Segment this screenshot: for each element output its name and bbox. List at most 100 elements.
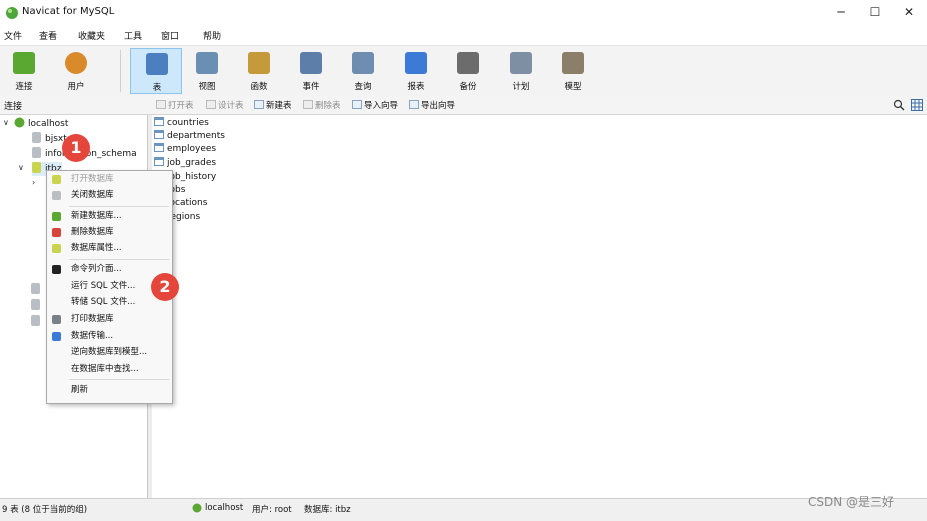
menu-label: 运行 SQL 文件...: [71, 281, 136, 291]
function-icon: [248, 52, 270, 74]
object-list: countries departments employees job_grad…: [152, 115, 927, 498]
tree-label: localhost: [28, 119, 69, 129]
minimize-button[interactable]: ─: [824, 0, 858, 25]
menu-separator: [69, 379, 169, 380]
title-bar: Navicat for MySQL ─ ☐ ✕: [0, 0, 927, 25]
menu-label: 逆向数据库到模型...: [71, 347, 148, 357]
menu-command-line[interactable]: 命令列介面...: [47, 262, 172, 277]
toolbar-table-button[interactable]: 表: [130, 48, 182, 94]
table-item[interactable]: employees: [154, 143, 216, 156]
table-name: departments: [167, 131, 225, 141]
collapse-arrow-icon[interactable]: ∨: [18, 163, 24, 172]
design-table-icon: [206, 100, 216, 109]
menu-view[interactable]: 查看: [39, 29, 57, 42]
status-host: localhost: [205, 503, 244, 513]
open-database-icon: [52, 175, 61, 184]
open-table-button[interactable]: 打开表: [156, 99, 194, 111]
toolbar-view-button[interactable]: 视图: [184, 48, 230, 94]
status-database: 数据库: itbz: [304, 505, 351, 515]
tree-connection-localhost[interactable]: localhost: [14, 117, 68, 131]
toolbar-label: 报表: [407, 82, 425, 92]
menu-window[interactable]: 窗口: [161, 29, 179, 42]
object-toolbar: 连接 打开表 设计表 新建表 删除表 导入向导 导出向导: [0, 96, 927, 115]
toolbar-user-button[interactable]: 用户: [53, 48, 99, 94]
toolbar-label: 用户: [67, 82, 85, 92]
new-table-icon: [254, 100, 264, 109]
backup-icon: [457, 52, 479, 74]
table-item[interactable]: job_grades: [154, 157, 216, 170]
menu-label: 打印数据库: [71, 314, 114, 324]
tree-label: information_schema: [45, 149, 137, 159]
toolbar-query-button[interactable]: 查询: [340, 48, 386, 94]
menu-label: 在数据库中查找...: [71, 364, 139, 374]
toolbar-event-button[interactable]: 事件: [288, 48, 334, 94]
menu-bar: 文件 查看 收藏夹 工具 窗口 帮助: [0, 25, 927, 45]
delete-database-icon: [52, 228, 61, 237]
toolbar-label: 连接: [15, 82, 33, 92]
menu-dump-sql-file[interactable]: 转储 SQL 文件...: [47, 295, 172, 310]
design-table-button[interactable]: 设计表: [206, 99, 244, 111]
maximize-button[interactable]: ☐: [858, 0, 892, 25]
export-wizard-label: 导出向导: [421, 101, 456, 111]
database-icon: [31, 299, 40, 310]
database-icon: [31, 283, 40, 294]
toolbar-connection-button[interactable]: 连接: [1, 48, 47, 94]
design-table-label: 设计表: [218, 101, 244, 111]
toolbar-label: 备份: [459, 82, 477, 92]
toolbar-model-button[interactable]: 模型: [550, 48, 596, 94]
menu-find-in-database[interactable]: 在数据库中查找...: [47, 362, 172, 377]
table-item[interactable]: countries: [154, 117, 209, 130]
menu-help[interactable]: 帮助: [203, 29, 221, 42]
table-name: countries: [167, 118, 209, 128]
main-toolbar: 连接 用户 表 视图 函数 事件 查询 报表 备份 计划 模型: [0, 45, 927, 97]
model-icon: [562, 52, 584, 74]
menu-file[interactable]: 文件: [4, 29, 22, 42]
menu-tools[interactable]: 工具: [124, 29, 142, 42]
toolbar-report-button[interactable]: 报表: [393, 48, 439, 94]
event-icon: [300, 52, 322, 74]
expand-arrow-icon[interactable]: ›: [32, 178, 35, 187]
menu-database-properties[interactable]: 数据库属性...: [47, 241, 172, 256]
table-icon: [154, 143, 164, 152]
menu-favorites[interactable]: 收藏夹: [78, 29, 105, 42]
callout-badge-1: 1: [62, 134, 90, 162]
delete-table-label: 删除表: [315, 101, 341, 111]
export-wizard-button[interactable]: 导出向导: [409, 99, 455, 111]
menu-print-database[interactable]: 打印数据库: [47, 312, 172, 327]
menu-label: 打开数据库: [71, 174, 114, 184]
toolbar-function-button[interactable]: 函数: [236, 48, 282, 94]
menu-refresh[interactable]: 刷新: [47, 383, 172, 398]
menu-data-transfer[interactable]: 数据传输...: [47, 329, 172, 344]
menu-label: 数据库属性...: [71, 243, 122, 253]
collapse-arrow-icon[interactable]: ∨: [3, 118, 9, 127]
toolbar-backup-button[interactable]: 备份: [445, 48, 491, 94]
menu-delete-database[interactable]: 删除数据库: [47, 225, 172, 240]
table-item[interactable]: departments: [154, 130, 225, 143]
menu-open-database[interactable]: 打开数据库: [47, 172, 172, 187]
search-icon[interactable]: [893, 99, 905, 111]
database-icon: [31, 315, 40, 326]
menu-label: 关闭数据库: [71, 190, 114, 200]
status-bar: 9 表 (8 位于当前的组) localhost 用户: root 数据库: i…: [0, 498, 927, 521]
database-open-icon: [32, 162, 41, 173]
table-name: locations: [167, 198, 208, 208]
delete-table-button[interactable]: 删除表: [303, 99, 341, 111]
toolbar-schedule-button[interactable]: 计划: [498, 48, 544, 94]
close-window-button[interactable]: ✕: [892, 0, 926, 25]
grid-view-icon[interactable]: [911, 99, 923, 111]
menu-reverse-to-model[interactable]: 逆向数据库到模型...: [47, 345, 172, 360]
window-title: Navicat for MySQL: [22, 6, 115, 17]
toolbar-label: 函数: [250, 82, 268, 92]
menu-new-database[interactable]: 新建数据库...: [47, 209, 172, 224]
import-wizard-button[interactable]: 导入向导: [352, 99, 398, 111]
delete-table-icon: [303, 100, 313, 109]
menu-label: 转储 SQL 文件...: [71, 297, 136, 307]
menu-close-database[interactable]: 关闭数据库: [47, 188, 172, 203]
watermark: CSDN @是三好: [808, 495, 895, 509]
console-icon: [52, 265, 61, 274]
open-table-label: 打开表: [168, 101, 194, 111]
table-name: job_history: [167, 172, 217, 182]
new-table-button[interactable]: 新建表: [254, 99, 292, 111]
toolbar-label: 模型: [564, 82, 582, 92]
table-icon: [146, 53, 168, 75]
